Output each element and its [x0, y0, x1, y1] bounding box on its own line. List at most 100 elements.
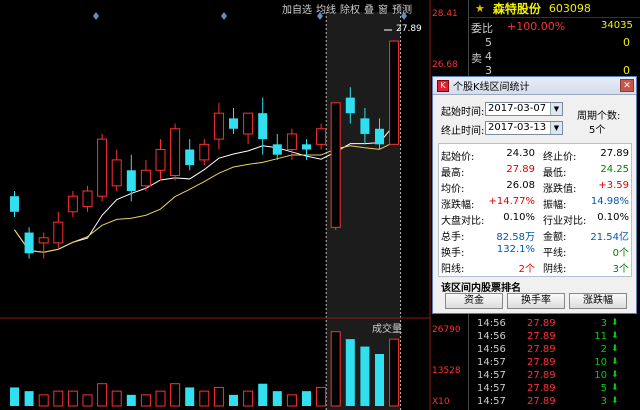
- volume-bar-up: [170, 383, 181, 407]
- candle-body-down: [345, 97, 355, 114]
- tick-time: 14:56: [477, 331, 506, 342]
- tick-volume: 11: [594, 331, 607, 342]
- stat-value: 0个: [612, 248, 629, 259]
- ma-button[interactable]: 均线: [316, 1, 336, 16]
- tick-row: 14:57 27.89 3 ⬇: [469, 396, 639, 409]
- stat-value: 2个: [518, 264, 535, 275]
- tick-volume: 10: [594, 357, 607, 368]
- candle-body-up: [316, 128, 327, 145]
- candle-body-up: [140, 169, 151, 187]
- exright-button[interactable]: 除权: [340, 1, 360, 16]
- level-num-4: 4: [485, 50, 492, 63]
- add-favorite-button[interactable]: 加自选: [282, 1, 312, 16]
- volume-bar-up: [38, 394, 49, 407]
- arrow-down-icon: ⬇: [611, 318, 619, 328]
- tick-time: 14:56: [477, 318, 506, 329]
- tick-row: 14:57 27.89 10 ⬇: [469, 370, 639, 383]
- stat-label: 最低:: [543, 168, 567, 179]
- candle-body-up: [243, 112, 254, 135]
- candle-body-up: [53, 221, 64, 244]
- stat-label: 换手:: [441, 248, 465, 259]
- range-stats-dialog[interactable]: K 个股K线区间统计 ✕ 起始时间: 2017-03-07 ▼ 终止时间: 20…: [432, 76, 637, 314]
- stat-value: +3.59: [598, 180, 629, 191]
- close-icon[interactable]: ✕: [620, 79, 634, 92]
- tick-time: 14:56: [477, 344, 506, 355]
- tick-volume: 5: [600, 383, 607, 394]
- candle-body-up: [82, 190, 93, 208]
- tick-time: 14:57: [477, 357, 506, 368]
- overlay-button[interactable]: 叠: [364, 1, 374, 16]
- volume-bar-up: [286, 394, 297, 407]
- chart-toolbar: 加自选 均线 除权 叠 窗 预测: [282, 1, 412, 16]
- candle-body-up: [97, 138, 108, 197]
- info-marker-icon: [221, 12, 227, 20]
- tick-volume: 3: [600, 396, 607, 407]
- candle-body-down: [10, 196, 19, 212]
- rank-fund-button[interactable]: 资金: [445, 293, 503, 309]
- tick-time: 14:57: [477, 383, 506, 394]
- candle-body-down: [185, 149, 195, 166]
- dialog-titlebar[interactable]: K 个股K线区间统计: [433, 77, 636, 95]
- stat-label: 涨跌幅:: [441, 200, 475, 211]
- tick-time: 14:57: [477, 370, 506, 381]
- stat-label: 起始价:: [441, 152, 475, 163]
- forecast-button[interactable]: 预测: [392, 1, 412, 16]
- stat-label: 总手:: [441, 232, 465, 243]
- tick-row: 14:56 27.89 11 ⬇: [469, 331, 639, 344]
- volume-bar-up: [97, 383, 108, 407]
- start-date-value: 2017-03-07: [488, 103, 547, 114]
- price-axis-top: 28.41: [432, 9, 458, 19]
- tick-price: 27.89: [527, 383, 556, 394]
- arrow-down-icon: ⬇: [611, 370, 619, 380]
- stat-label: 最高:: [441, 168, 465, 179]
- peak-price-label: 27.89: [396, 24, 422, 34]
- chevron-down-icon[interactable]: ▼: [550, 122, 562, 134]
- level-vol-5: 0: [623, 36, 630, 49]
- start-label: 起始时间:: [441, 107, 485, 118]
- stat-label: 振幅:: [543, 200, 567, 211]
- candle-body-up: [155, 149, 166, 171]
- candle-body-up: [389, 40, 400, 145]
- tick-row: 14:57 27.89 5 ⬇: [469, 383, 639, 396]
- chevron-down-icon[interactable]: ▼: [550, 103, 562, 115]
- volume-bar-down: [229, 394, 238, 406]
- candle-body-down: [272, 144, 282, 155]
- volume-bar-down: [360, 346, 370, 406]
- tick-row: 14:57 27.89 10 ⬇: [469, 357, 639, 370]
- volume-bar-up: [82, 394, 93, 407]
- volume-bar-down: [10, 387, 19, 406]
- weibi-pct: +100.00%: [507, 20, 566, 33]
- stat-value: 27.89: [600, 148, 629, 159]
- window-button[interactable]: 窗: [378, 1, 388, 16]
- tick-price: 27.89: [527, 357, 556, 368]
- rank-turnover-button[interactable]: 换手率: [507, 293, 565, 309]
- arrow-down-icon: ⬇: [611, 383, 619, 393]
- start-date-picker[interactable]: 2017-03-07 ▼: [485, 102, 563, 116]
- star-icon[interactable]: ★: [475, 2, 485, 15]
- tick-price: 27.89: [527, 370, 556, 381]
- stats-panel: 起始价: 24.30 终止价: 27.89 最高: 27.89 最低: 24.25 均价: 26.…: [438, 143, 632, 277]
- volume-bar-up: [389, 338, 400, 407]
- volume-bar-down: [258, 383, 268, 406]
- tick-price: 27.89: [527, 318, 556, 329]
- candle-body-up: [213, 112, 224, 140]
- arrow-down-icon: ⬇: [611, 344, 619, 354]
- period-label: 周期个数:: [577, 111, 621, 122]
- volume-bar-down: [24, 391, 34, 406]
- stat-value: 0.10%: [597, 212, 629, 223]
- volume-bar-up: [111, 390, 122, 407]
- stat-value: 82.58万: [496, 232, 535, 243]
- rank-change-button[interactable]: 涨跌幅: [569, 293, 627, 309]
- stat-label: 均价:: [441, 184, 465, 195]
- end-date-picker[interactable]: 2017-03-13 ▼: [485, 121, 563, 135]
- candle-body-up: [111, 159, 122, 187]
- candle-body-up: [38, 237, 49, 244]
- stat-value: +14.77%: [488, 196, 535, 207]
- kline-chart[interactable]: 加自选 均线 除权 叠 窗 预测 28.41 26.68 27.89 成交量 2…: [0, 0, 468, 410]
- price-axis-mid: 26.68: [432, 60, 458, 70]
- stock-name: 森特股份: [492, 2, 541, 16]
- tick-price: 27.89: [527, 344, 556, 355]
- arrow-down-icon: ⬇: [611, 396, 619, 406]
- candle-body-down: [229, 118, 238, 129]
- volume-bar-up: [316, 386, 327, 407]
